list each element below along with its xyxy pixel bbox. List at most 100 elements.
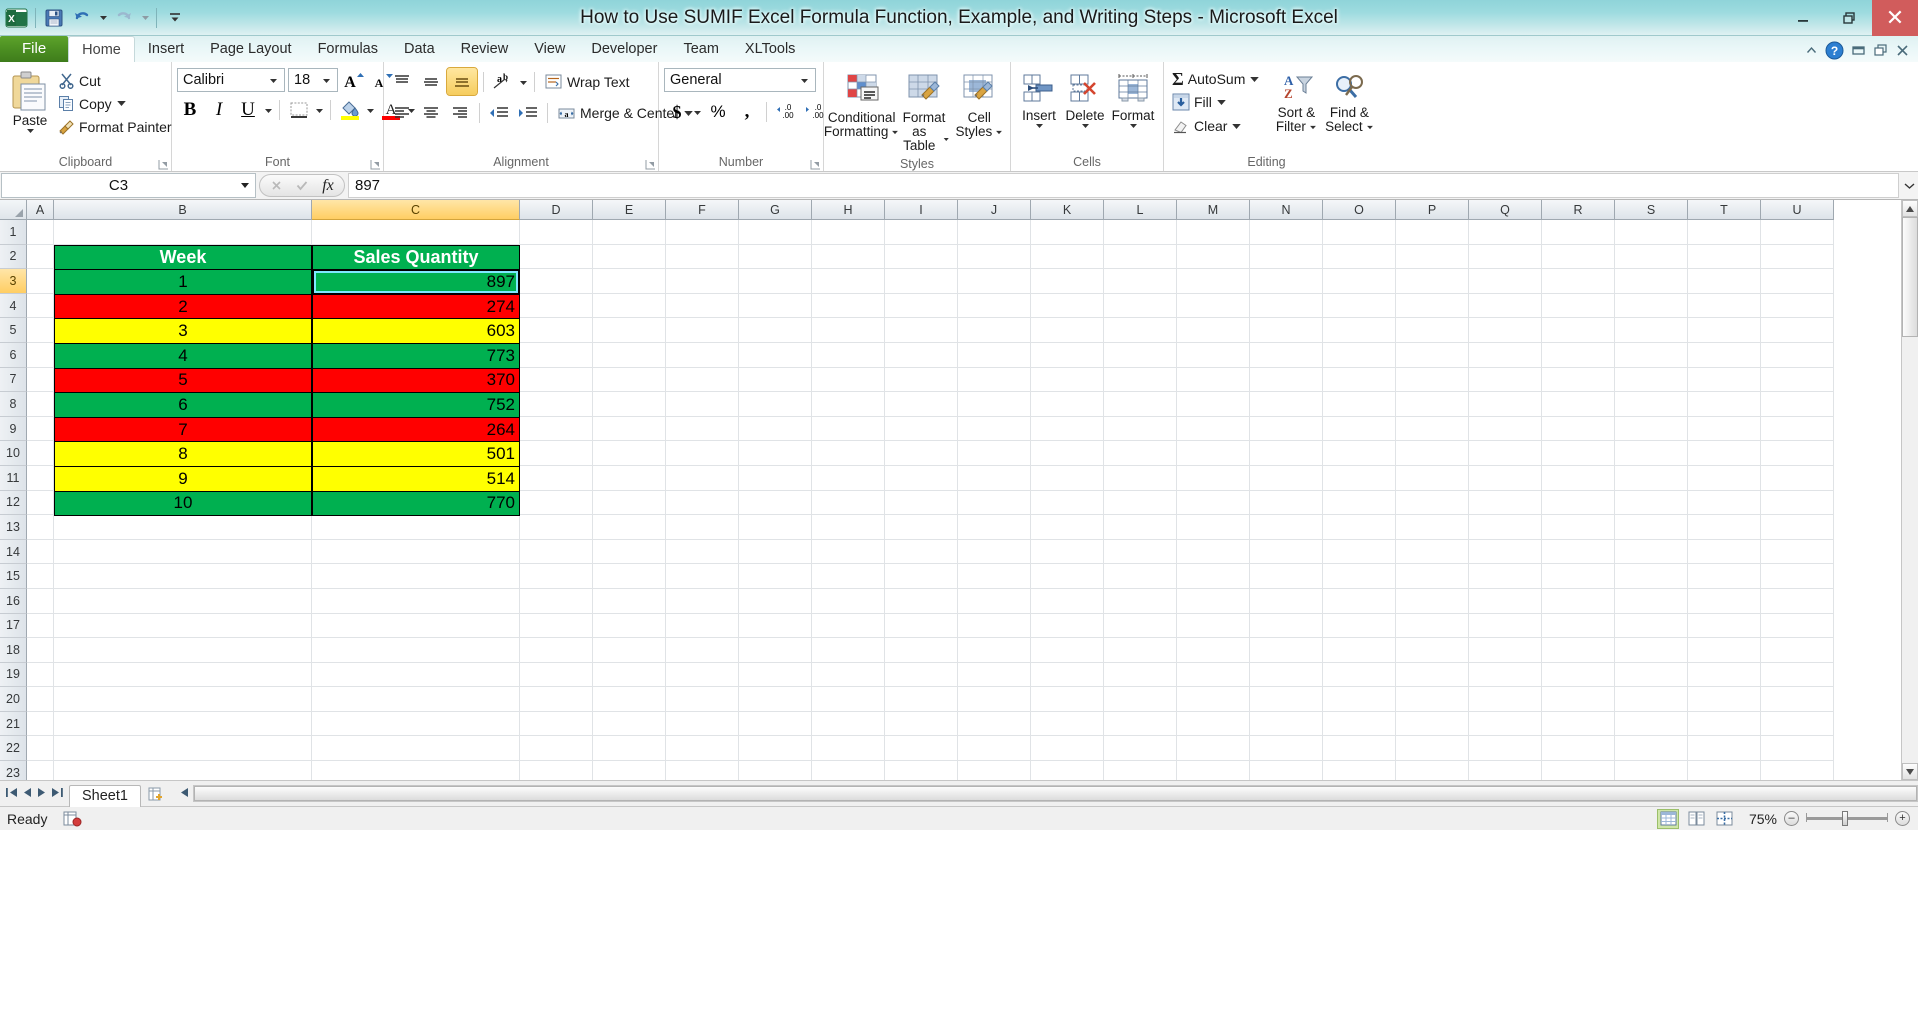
cell-G13[interactable]: [739, 515, 812, 540]
name-box-dropdown-icon[interactable]: [235, 182, 255, 189]
cell-U20[interactable]: [1761, 687, 1834, 712]
cell-H4[interactable]: [812, 293, 885, 319]
cell-Q1[interactable]: [1469, 220, 1542, 245]
cell-K4[interactable]: [1031, 293, 1104, 319]
insert-function-icon[interactable]: fx: [315, 175, 341, 196]
cell-E13[interactable]: [593, 515, 666, 540]
cell-O8[interactable]: [1323, 392, 1396, 417]
cell-K6[interactable]: [1031, 342, 1104, 368]
cell-S10[interactable]: [1615, 441, 1688, 466]
cell-R3[interactable]: [1542, 269, 1615, 294]
sort-filter-button[interactable]: A Z Sort & Filter: [1270, 70, 1322, 136]
number-format-combobox[interactable]: General: [664, 68, 816, 92]
cell-U14[interactable]: [1761, 539, 1834, 565]
cell-D10[interactable]: [520, 441, 593, 466]
fill-button[interactable]: Fill: [1169, 92, 1263, 112]
cell-T18[interactable]: [1688, 638, 1761, 663]
cell-U16[interactable]: [1761, 588, 1834, 614]
cell-L14[interactable]: [1104, 539, 1177, 565]
accounting-format-icon[interactable]: $: [664, 100, 690, 124]
cell-R17[interactable]: [1542, 613, 1615, 639]
cell-U17[interactable]: [1761, 613, 1834, 639]
cell-K11[interactable]: [1031, 465, 1104, 491]
align-right-icon[interactable]: [447, 101, 473, 125]
cell-E12[interactable]: [593, 490, 666, 516]
clipboard-dialog-launcher-icon[interactable]: [158, 159, 169, 170]
cell-P5[interactable]: [1396, 318, 1469, 343]
cell-G14[interactable]: [739, 539, 812, 565]
row-header-11[interactable]: 11: [0, 465, 27, 491]
cell-F10[interactable]: [666, 441, 739, 466]
cell-O11[interactable]: [1323, 465, 1396, 491]
cell-G2[interactable]: [739, 244, 812, 270]
close-workbook-icon[interactable]: [1895, 43, 1910, 58]
cell-G8[interactable]: [739, 392, 812, 417]
format-as-table-button[interactable]: Format as Table: [895, 71, 953, 155]
cell-L5[interactable]: [1104, 318, 1177, 343]
align-center-icon[interactable]: [418, 101, 444, 125]
page-break-view-icon[interactable]: [1713, 809, 1735, 829]
cell-P15[interactable]: [1396, 564, 1469, 589]
table-cell-sales-8[interactable]: 501: [312, 441, 520, 467]
row-header-15[interactable]: 15: [0, 564, 27, 589]
cell-L19[interactable]: [1104, 662, 1177, 688]
cell-K19[interactable]: [1031, 662, 1104, 688]
next-sheet-button[interactable]: [37, 787, 46, 801]
cell-K17[interactable]: [1031, 613, 1104, 639]
alignment-dialog-launcher-icon[interactable]: [645, 159, 656, 170]
cell-Q17[interactable]: [1469, 613, 1542, 639]
cell-P14[interactable]: [1396, 539, 1469, 565]
undo-dropdown-icon[interactable]: [97, 5, 109, 31]
cell-N9[interactable]: [1250, 416, 1323, 442]
row-header-18[interactable]: 18: [0, 638, 27, 663]
cell-G19[interactable]: [739, 662, 812, 688]
cell-Q22[interactable]: [1469, 736, 1542, 762]
redo-dropdown-icon[interactable]: [139, 5, 151, 31]
cell-C13[interactable]: [312, 515, 520, 540]
cell-N12[interactable]: [1250, 490, 1323, 516]
cell-U13[interactable]: [1761, 515, 1834, 540]
cell-E1[interactable]: [593, 220, 666, 245]
comma-format-icon[interactable]: ,: [734, 100, 760, 124]
cell-U8[interactable]: [1761, 392, 1834, 417]
cell-S7[interactable]: [1615, 367, 1688, 393]
cell-E18[interactable]: [593, 638, 666, 663]
cell-L13[interactable]: [1104, 515, 1177, 540]
cell-E4[interactable]: [593, 293, 666, 319]
cell-D16[interactable]: [520, 588, 593, 614]
cell-L9[interactable]: [1104, 416, 1177, 442]
cell-R16[interactable]: [1542, 588, 1615, 614]
cell-D14[interactable]: [520, 539, 593, 565]
cell-U18[interactable]: [1761, 638, 1834, 663]
cell-U7[interactable]: [1761, 367, 1834, 393]
cell-A19[interactable]: [27, 662, 54, 688]
cell-styles-button[interactable]: Cell Styles: [954, 71, 1004, 141]
cell-I8[interactable]: [885, 392, 958, 417]
borders-dropdown-icon[interactable]: [315, 101, 324, 119]
cell-K5[interactable]: [1031, 318, 1104, 343]
horizontal-scrollbar[interactable]: [192, 785, 1918, 802]
cell-R11[interactable]: [1542, 465, 1615, 491]
cell-D2[interactable]: [520, 244, 593, 270]
cell-I23[interactable]: [885, 761, 958, 780]
cell-J14[interactable]: [958, 539, 1031, 565]
cell-C15[interactable]: [312, 564, 520, 589]
cell-T8[interactable]: [1688, 392, 1761, 417]
cell-L17[interactable]: [1104, 613, 1177, 639]
cell-L15[interactable]: [1104, 564, 1177, 589]
cell-F23[interactable]: [666, 761, 739, 780]
cell-D6[interactable]: [520, 342, 593, 368]
cell-O12[interactable]: [1323, 490, 1396, 516]
cell-I20[interactable]: [885, 687, 958, 712]
cell-N16[interactable]: [1250, 588, 1323, 614]
cell-F17[interactable]: [666, 613, 739, 639]
cell-R13[interactable]: [1542, 515, 1615, 540]
cell-H16[interactable]: [812, 588, 885, 614]
cell-H23[interactable]: [812, 761, 885, 780]
table-cell-sales-2[interactable]: 274: [312, 293, 520, 320]
cell-R1[interactable]: [1542, 220, 1615, 245]
cell-M6[interactable]: [1177, 342, 1250, 368]
cell-N2[interactable]: [1250, 244, 1323, 270]
cell-A16[interactable]: [27, 588, 54, 614]
cell-N15[interactable]: [1250, 564, 1323, 589]
